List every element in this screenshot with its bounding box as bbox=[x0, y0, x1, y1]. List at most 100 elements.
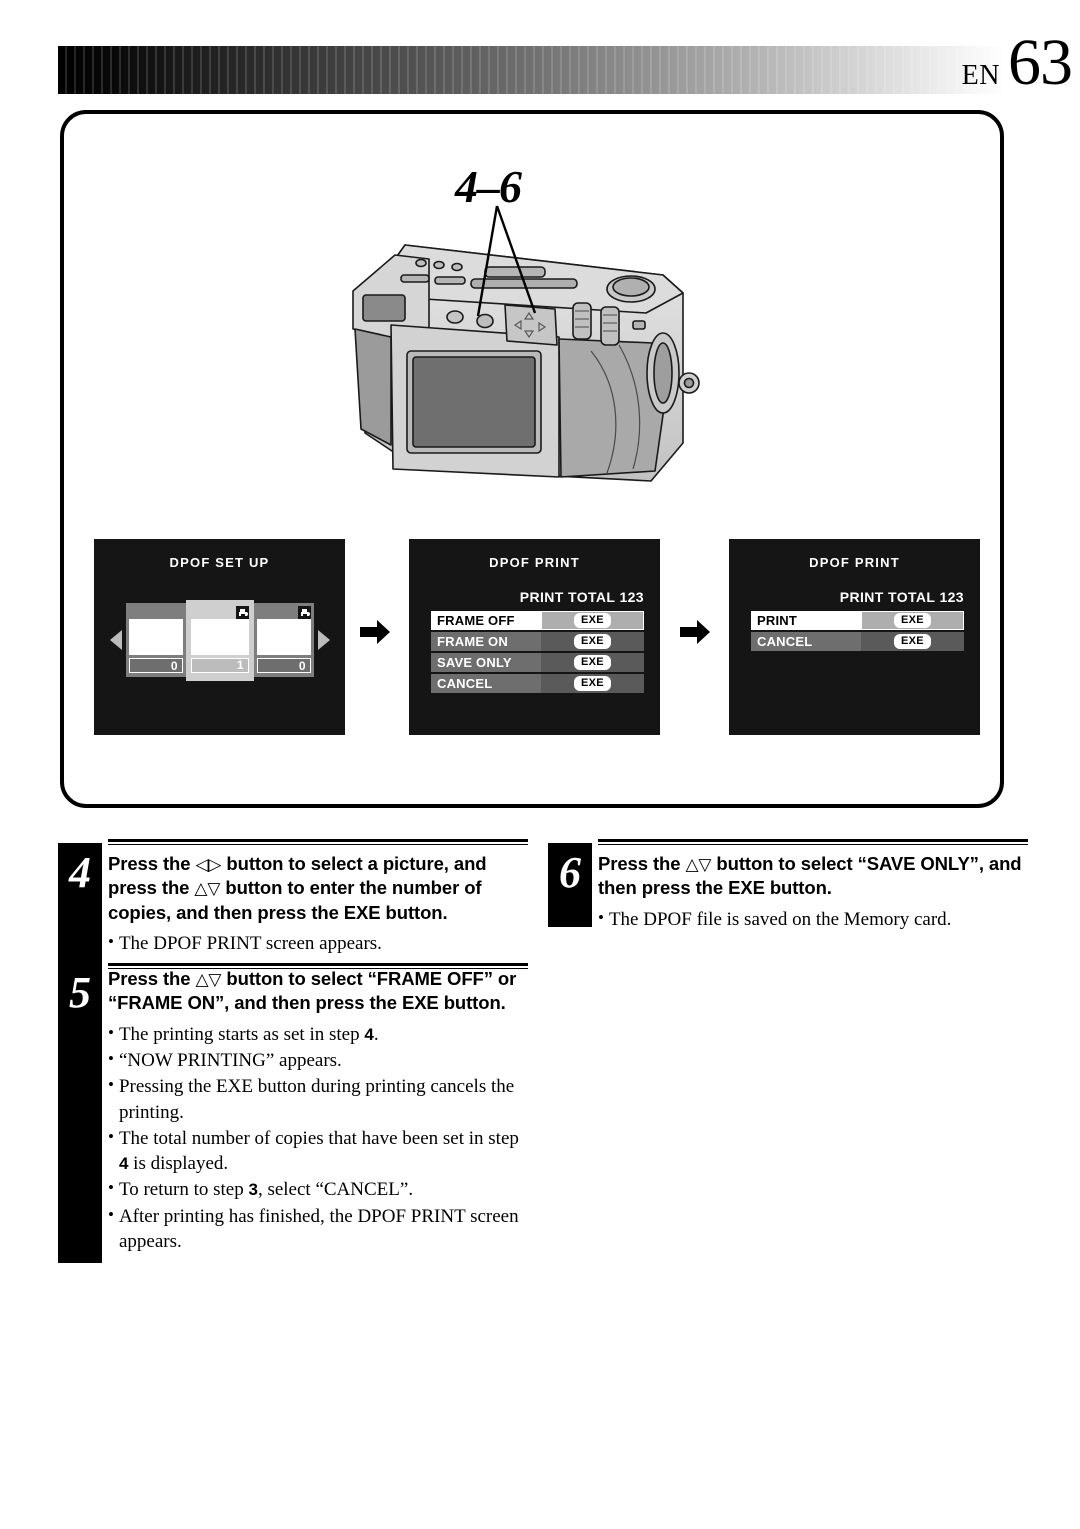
language-code: EN bbox=[961, 60, 1000, 91]
bullet-item: • “NOW PRINTING” appears. bbox=[108, 1048, 528, 1073]
printer-icon bbox=[297, 606, 311, 619]
menu-row-exe-cell[interactable]: EXE bbox=[541, 632, 644, 651]
thumbnail-copy-count: 0 bbox=[128, 658, 183, 673]
menu-row-label: FRAME ON bbox=[431, 632, 541, 651]
menu-list: PRINT EXE CANCEL EXE bbox=[751, 611, 964, 653]
thumbnail-header bbox=[191, 605, 249, 619]
print-total-value: 123 bbox=[939, 589, 964, 605]
bullet-text: To return to step 3, select “CANCEL”. bbox=[119, 1177, 528, 1202]
exe-button[interactable]: EXE bbox=[894, 633, 931, 650]
step-range-label: 4–6 bbox=[455, 161, 522, 212]
menu-row-exe-cell[interactable]: EXE bbox=[541, 653, 644, 672]
lcd-screen-dpof-set-up: DPOF SET UP 0 1 0 bbox=[94, 539, 345, 735]
step-4-body: Press the ◁▷ button to select a picture,… bbox=[108, 839, 528, 969]
header-stripe-pattern bbox=[58, 46, 1005, 94]
flow-arrow-right-icon bbox=[680, 620, 710, 644]
menu-row-cancel[interactable]: CANCEL EXE bbox=[751, 632, 964, 651]
lcd-screen-dpof-print-frame: DPOF PRINT PRINT TOTAL 123 FRAME OFF EXE… bbox=[409, 539, 660, 735]
step-number-5: 5 bbox=[69, 968, 91, 1017]
menu-row-label: PRINT bbox=[751, 611, 861, 630]
bullet-step-ref: 4 bbox=[364, 1024, 374, 1044]
bullet-dot-icon: • bbox=[598, 907, 604, 927]
exe-button[interactable]: EXE bbox=[574, 612, 611, 629]
screen-title: DPOF SET UP bbox=[169, 555, 270, 570]
thumbnail-header bbox=[129, 606, 183, 619]
menu-row-exe-cell[interactable]: EXE bbox=[541, 674, 644, 693]
bullet-text-pre: The printing starts as set in step bbox=[118, 1023, 365, 1045]
exe-button[interactable]: EXE bbox=[894, 612, 931, 629]
bullet-dot-icon: • bbox=[108, 1204, 114, 1224]
exe-button[interactable]: EXE bbox=[574, 633, 611, 650]
bullet-text-pre: The total number of copies that have bee… bbox=[118, 1127, 519, 1149]
step-5-heading-part1: Press the bbox=[108, 968, 196, 989]
step-number-bar-left bbox=[58, 843, 102, 1263]
step-rule bbox=[598, 839, 1028, 845]
menu-row-print[interactable]: PRINT EXE bbox=[751, 611, 964, 630]
camera-illustration bbox=[352, 244, 700, 482]
step-rule bbox=[108, 839, 528, 845]
thumbnail-item[interactable]: 0 bbox=[125, 603, 186, 677]
thumbnail-item[interactable]: 0 bbox=[253, 603, 314, 677]
page-marker: EN 63 bbox=[961, 30, 1073, 96]
bullet-item: • The DPOF file is saved on the Memory c… bbox=[598, 907, 1028, 932]
lcd-screen-dpof-print-confirm: DPOF PRINT PRINT TOTAL 123 PRINT EXE CAN… bbox=[729, 539, 980, 735]
bullet-item: • After printing has finished, the DPOF … bbox=[108, 1204, 528, 1255]
bullet-text: The total number of copies that have bee… bbox=[119, 1126, 528, 1177]
menu-row-exe-cell[interactable]: EXE bbox=[541, 611, 644, 630]
screen-title: DPOF PRINT bbox=[489, 555, 580, 570]
previous-picture-arrow-icon[interactable] bbox=[109, 630, 122, 650]
bullet-text: After printing has finished, the DPOF PR… bbox=[118, 1205, 519, 1252]
step-5-bullets: • The printing starts as set in step 4. … bbox=[108, 1022, 528, 1254]
print-total-label: PRINT TOTAL bbox=[519, 589, 616, 605]
bullet-dot-icon: • bbox=[108, 1022, 114, 1042]
screen-title: DPOF PRINT bbox=[809, 555, 900, 570]
print-total-label: PRINT TOTAL bbox=[839, 589, 936, 605]
bullet-item: • The printing starts as set in step 4. bbox=[108, 1022, 528, 1047]
thumbnail-strip: 0 1 0 bbox=[109, 595, 330, 685]
bullet-text: The DPOF PRINT screen appears. bbox=[118, 933, 382, 955]
menu-row-cancel[interactable]: CANCEL EXE bbox=[431, 674, 644, 693]
bullet-dot-icon: • bbox=[108, 1049, 114, 1069]
bullet-text-post: is displayed. bbox=[128, 1153, 229, 1175]
bullet-dot-icon: • bbox=[108, 1178, 114, 1198]
step-4-heading-part1: Press the bbox=[108, 853, 196, 874]
bullet-dot-icon: • bbox=[108, 932, 114, 952]
menu-row-exe-cell[interactable]: EXE bbox=[861, 611, 964, 630]
bullet-text: Pressing the EXE button during printing … bbox=[118, 1076, 515, 1123]
print-total: PRINT TOTAL 123 bbox=[840, 589, 964, 605]
thumbnail-list: 0 1 0 bbox=[125, 599, 314, 681]
menu-list: FRAME OFF EXE FRAME ON EXE SAVE ONLY EXE… bbox=[431, 611, 644, 695]
step-number-4: 4 bbox=[69, 848, 91, 897]
bullet-text-post: . bbox=[373, 1023, 379, 1045]
printer-icon bbox=[235, 605, 249, 619]
left-right-button-glyph-icon: ◁▷ bbox=[195, 855, 222, 875]
up-down-button-glyph-icon: △▽ bbox=[685, 855, 712, 875]
thumbnail-item-selected[interactable]: 1 bbox=[185, 599, 254, 681]
menu-row-frame-on[interactable]: FRAME ON EXE bbox=[431, 632, 644, 651]
thumbnail-image bbox=[128, 619, 183, 655]
page-header-band bbox=[58, 46, 1005, 94]
step-6-bullets: • The DPOF file is saved on the Memory c… bbox=[598, 907, 1028, 932]
bullet-step-ref: 3 bbox=[248, 1180, 258, 1200]
thumbnail-copy-count: 0 bbox=[256, 658, 311, 673]
menu-row-label: CANCEL bbox=[751, 632, 861, 651]
up-down-button-glyph-icon: △▽ bbox=[195, 970, 222, 990]
menu-row-label: CANCEL bbox=[431, 674, 541, 693]
next-picture-arrow-icon[interactable] bbox=[317, 630, 330, 650]
print-total-value: 123 bbox=[619, 589, 644, 605]
bullet-dot-icon: • bbox=[108, 1126, 114, 1146]
menu-row-exe-cell[interactable]: EXE bbox=[861, 632, 964, 651]
menu-row-save-only[interactable]: SAVE ONLY EXE bbox=[431, 653, 644, 672]
print-total: PRINT TOTAL 123 bbox=[520, 589, 644, 605]
bullet-item: • The total number of copies that have b… bbox=[108, 1126, 528, 1177]
step-5-body: Press the △▽ button to select “FRAME OFF… bbox=[108, 967, 528, 1255]
bullet-text-post: , select “CANCEL”. bbox=[257, 1179, 414, 1201]
bullet-text-pre: To return to step bbox=[118, 1179, 249, 1201]
menu-row-frame-off[interactable]: FRAME OFF EXE bbox=[431, 611, 644, 630]
flow-arrow-right-icon bbox=[360, 620, 390, 644]
exe-button[interactable]: EXE bbox=[574, 675, 611, 692]
bullet-step-ref: 4 bbox=[118, 1154, 129, 1174]
thumbnail-copy-count: 1 bbox=[190, 657, 249, 673]
bullet-dot-icon: • bbox=[108, 1075, 114, 1095]
exe-button[interactable]: EXE bbox=[574, 654, 611, 671]
